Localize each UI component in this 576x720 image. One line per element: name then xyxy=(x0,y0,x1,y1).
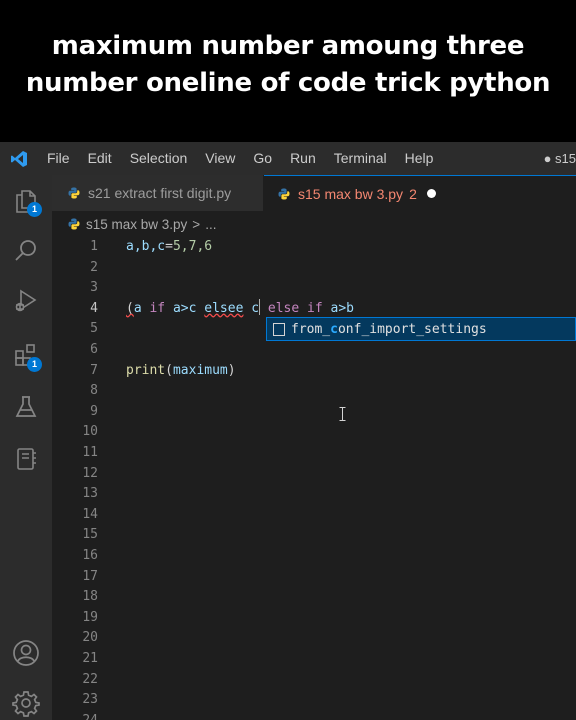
line-number: 18 xyxy=(82,589,98,605)
vscode-logo-icon xyxy=(0,142,38,175)
line-number: 12 xyxy=(82,465,98,481)
manage-button[interactable] xyxy=(0,683,52,720)
editor-line: 6 xyxy=(52,340,576,361)
tab-s21-extract-first-digit[interactable]: s21 extract first digit.py xyxy=(52,175,264,211)
code-line-7[interactable]: print(maximum) xyxy=(126,361,236,381)
breadcrumb-file[interactable]: s15 max bw 3.py xyxy=(86,217,187,232)
editor-line: 14 xyxy=(52,505,576,526)
code-line-4[interactable]: (a if a>c elsee c else if a>b xyxy=(126,298,354,319)
line-number: 6 xyxy=(90,342,98,357)
breadcrumb: s15 max bw 3.py > ... xyxy=(52,211,576,237)
line-number: 21 xyxy=(82,651,98,666)
editor-line: 22 xyxy=(52,670,576,691)
editor-tabs: s21 extract first digit.py s15 max bw 3.… xyxy=(52,175,576,211)
caption-line-1: maximum number amoung three xyxy=(51,31,525,61)
breadcrumb-separator: > xyxy=(192,216,201,232)
run-debug-button[interactable] xyxy=(0,281,52,321)
search-icon xyxy=(15,240,36,261)
accounts-button[interactable] xyxy=(0,633,52,673)
editor-line: 23 xyxy=(52,690,576,711)
editor-line: 19 xyxy=(52,608,576,629)
line-number: 5 xyxy=(90,321,98,337)
breadcrumb-symbol[interactable]: ... xyxy=(205,217,216,232)
problems-count: 2 xyxy=(409,185,417,202)
testing-button[interactable] xyxy=(0,387,52,427)
line-number: 16 xyxy=(82,548,98,563)
line-number: 20 xyxy=(82,630,98,646)
text-cursor xyxy=(259,298,261,315)
editor-line: 15 xyxy=(52,525,576,546)
tab-label: s21 extract first digit.py xyxy=(88,185,232,201)
editor-line: 24 xyxy=(52,711,576,720)
line-number: 17 xyxy=(82,568,98,584)
line-number: 22 xyxy=(82,671,98,687)
python-file-icon xyxy=(68,187,80,199)
tab-s15-max-bw-3[interactable]: s15 max bw 3.py 2 xyxy=(264,175,576,211)
syntax-error-squiggle: ( xyxy=(126,300,134,316)
line-number: 13 xyxy=(82,486,98,502)
editor-line: 8 xyxy=(52,381,576,402)
editor-line: 12 xyxy=(52,464,576,485)
unsaved-dot-icon[interactable] xyxy=(426,189,436,198)
code-line-1[interactable]: a,b,c=5,7,6 xyxy=(126,237,212,257)
syntax-error-squiggle: elsee xyxy=(204,300,244,316)
activity-bar: 1 1 xyxy=(0,175,52,720)
line-number: 4 xyxy=(90,300,98,316)
notebook-button[interactable] xyxy=(0,439,52,479)
code-editor[interactable]: 123456789101112131415161718192021222324 … xyxy=(52,237,576,720)
snippet-icon xyxy=(273,322,285,336)
run-debug-icon xyxy=(15,289,37,312)
menu-bar: File Edit Selection View Go Run Terminal… xyxy=(0,142,576,175)
explorer-badge: 1 xyxy=(27,202,42,217)
menu-terminal[interactable]: Terminal xyxy=(325,142,396,175)
extensions-badge: 1 xyxy=(27,357,42,372)
flask-icon xyxy=(15,396,37,417)
python-file-icon xyxy=(278,188,290,199)
editor-line: 10 xyxy=(52,422,576,443)
caption-line-2: number oneline of code trick python xyxy=(25,68,551,98)
editor-line: 2 xyxy=(52,258,576,279)
line-number: 11 xyxy=(82,445,98,460)
line-number: 24 xyxy=(52,711,98,720)
mouse-ibeam-cursor-icon xyxy=(339,407,346,421)
menu-view[interactable]: View xyxy=(196,142,244,175)
editor-line: 17 xyxy=(52,567,576,588)
python-file-icon xyxy=(68,218,80,230)
notebook-icon xyxy=(17,448,36,470)
autocomplete-suggestion[interactable]: from_ c onf_import_settings xyxy=(266,317,576,341)
line-number: 8 xyxy=(90,383,98,399)
line-number: 1 xyxy=(90,239,98,254)
search-button[interactable] xyxy=(0,231,52,271)
editor-line: 3 xyxy=(52,278,576,299)
tab-label: s15 max bw 3.py xyxy=(298,185,404,202)
extensions-button[interactable]: 1 xyxy=(0,335,52,375)
line-number: 15 xyxy=(82,527,98,543)
video-caption: maximum number amoung three number oneli… xyxy=(0,0,576,142)
line-number: 7 xyxy=(90,362,98,378)
menu-help[interactable]: Help xyxy=(396,142,443,175)
menu-run[interactable]: Run xyxy=(281,142,325,175)
line-number: 3 xyxy=(90,280,98,296)
line-number: 2 xyxy=(90,259,98,275)
line-number: 23 xyxy=(82,692,98,708)
gear-icon xyxy=(12,691,40,717)
explorer-button[interactable]: 1 xyxy=(0,181,52,221)
editor-line: 20 xyxy=(52,628,576,649)
editor-line: 21 xyxy=(52,649,576,670)
menu-edit[interactable]: Edit xyxy=(79,142,121,175)
menu-selection[interactable]: Selection xyxy=(121,142,197,175)
editor-line: 11 xyxy=(52,443,576,464)
line-number: 9 xyxy=(90,403,98,419)
editor-line: 13 xyxy=(52,484,576,505)
editor-line: 9 xyxy=(52,402,576,423)
line-number: 10 xyxy=(82,424,98,440)
line-number: 14 xyxy=(82,506,98,522)
line-number: 19 xyxy=(82,609,98,625)
editor-line: 16 xyxy=(52,546,576,567)
window-title: ● s15 xyxy=(543,151,576,166)
editor-line: 18 xyxy=(52,587,576,608)
menu-file[interactable]: File xyxy=(38,142,79,175)
account-icon xyxy=(13,640,39,666)
menu-go[interactable]: Go xyxy=(244,142,281,175)
